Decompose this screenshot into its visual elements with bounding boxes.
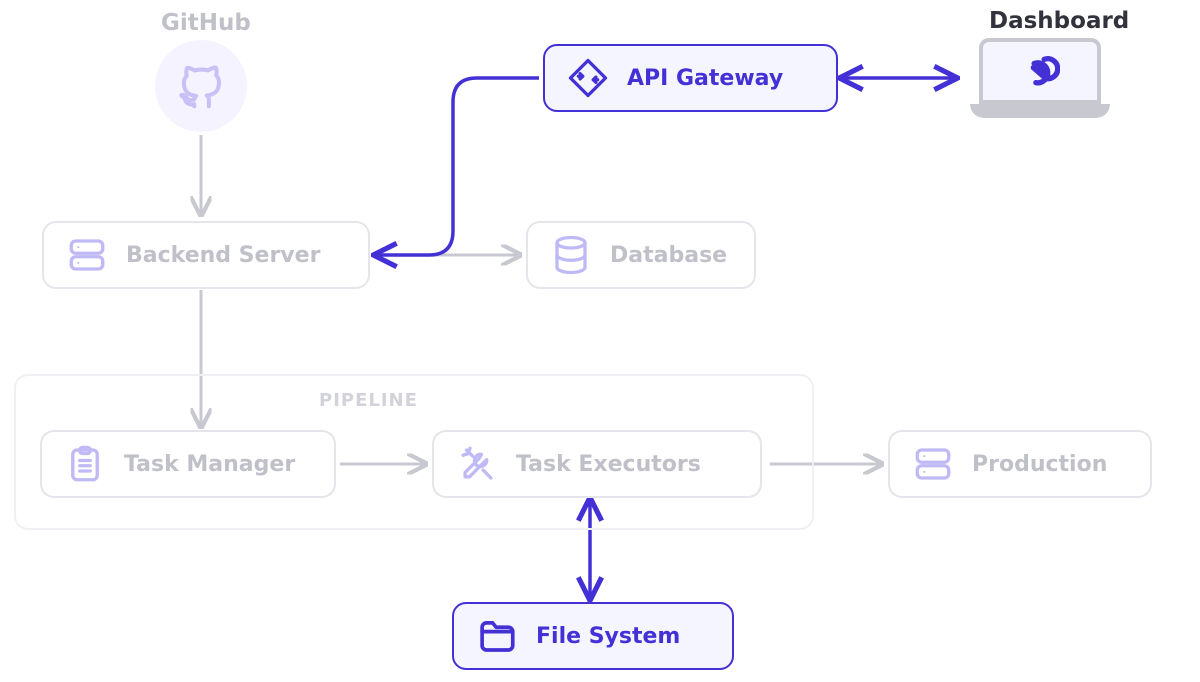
backend-server-node: Backend Server: [42, 221, 370, 289]
database-icon: [550, 234, 592, 276]
api-gateway-label: API Gateway: [627, 66, 783, 91]
folder-icon: [476, 615, 518, 657]
file-system-node: File System: [452, 602, 734, 670]
dashboard-heading: Dashboard: [989, 8, 1129, 34]
dashboard-device: [970, 38, 1110, 122]
database-label: Database: [610, 243, 727, 268]
task-manager-label: Task Manager: [124, 452, 295, 477]
file-system-label: File System: [536, 624, 680, 649]
task-executors-node: Task Executors: [432, 430, 762, 498]
server-icon: [66, 234, 108, 276]
gateway-icon: [567, 57, 609, 99]
github-heading: GitHub: [161, 10, 251, 36]
tools-icon: [456, 443, 498, 485]
task-executors-label: Task Executors: [516, 452, 701, 477]
api-gateway-node: API Gateway: [543, 44, 838, 112]
database-node: Database: [526, 221, 756, 289]
arrow-apigw-backend: [378, 78, 539, 255]
task-manager-node: Task Manager: [40, 430, 336, 498]
production-label: Production: [972, 452, 1107, 477]
clipboard-icon: [64, 443, 106, 485]
github-avatar: [155, 40, 247, 132]
pipeline-title: PIPELINE: [319, 390, 418, 411]
dashboard-logo-icon: [1020, 51, 1060, 91]
production-node: Production: [888, 430, 1152, 498]
github-icon: [174, 59, 228, 113]
backend-server-label: Backend Server: [126, 243, 320, 268]
production-server-icon: [912, 443, 954, 485]
